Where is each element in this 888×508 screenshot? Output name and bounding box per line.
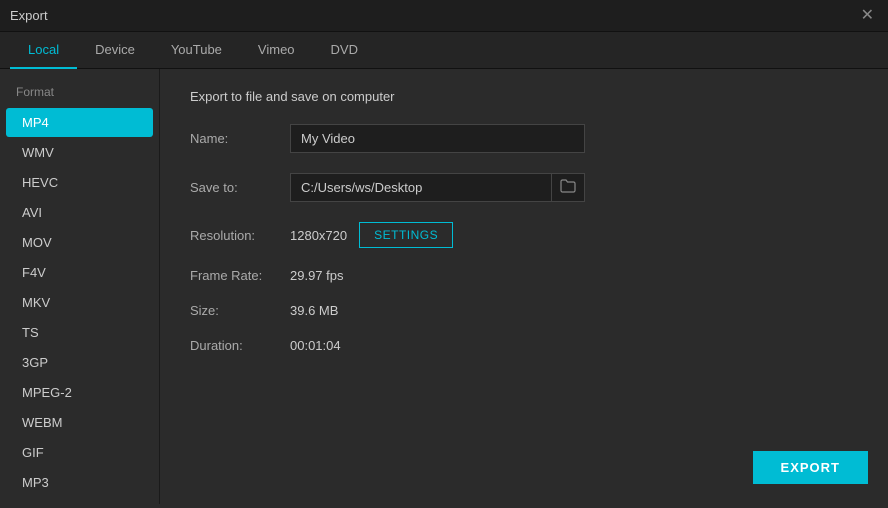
duration-row: Duration: 00:01:04 [190,338,858,353]
format-item-mov[interactable]: MOV [6,228,153,257]
format-item-mp3[interactable]: MP3 [6,468,153,497]
duration-value: 00:01:04 [290,338,341,353]
format-item-webm[interactable]: WEBM [6,408,153,437]
saveto-wrapper: C:/Users/ws/Desktop [290,173,585,202]
content-area: Format MP4 WMV HEVC AVI MOV F4V MKV TS 3… [0,69,888,504]
format-item-ts[interactable]: TS [6,318,153,347]
format-item-wmv[interactable]: WMV [6,138,153,167]
tab-dvd[interactable]: DVD [313,32,376,69]
size-value: 39.6 MB [290,303,338,318]
name-row: Name: [190,124,858,153]
section-title: Export to file and save on computer [190,89,858,104]
format-item-mpeg2[interactable]: MPEG-2 [6,378,153,407]
tab-local[interactable]: Local [10,32,77,69]
format-item-3gp[interactable]: 3GP [6,348,153,377]
size-label: Size: [190,303,290,318]
duration-label: Duration: [190,338,290,353]
resolution-label: Resolution: [190,228,290,243]
framerate-value: 29.97 fps [290,268,344,283]
format-sidebar: Format MP4 WMV HEVC AVI MOV F4V MKV TS 3… [0,69,160,504]
resolution-wrapper: 1280x720 SETTINGS [290,222,453,248]
browse-folder-button[interactable] [551,174,584,201]
size-row: Size: 39.6 MB [190,303,858,318]
framerate-row: Frame Rate: 29.97 fps [190,268,858,283]
format-item-f4v[interactable]: F4V [6,258,153,287]
tab-device[interactable]: Device [77,32,153,69]
framerate-label: Frame Rate: [190,268,290,283]
format-item-mkv[interactable]: MKV [6,288,153,317]
name-label: Name: [190,131,290,146]
dialog-title: Export [10,8,48,23]
format-item-gif[interactable]: GIF [6,438,153,467]
saveto-row: Save to: C:/Users/ws/Desktop [190,173,858,202]
resolution-value: 1280x720 [290,228,347,243]
format-item-avi[interactable]: AVI [6,198,153,227]
export-button[interactable]: EXPORT [753,451,868,484]
format-group-label: Format [0,81,159,107]
close-button[interactable]: ✕ [857,6,878,26]
tab-bar: Local Device YouTube Vimeo DVD [0,32,888,69]
tab-youtube[interactable]: YouTube [153,32,240,69]
format-item-hevc[interactable]: HEVC [6,168,153,197]
saveto-label: Save to: [190,180,290,195]
resolution-row: Resolution: 1280x720 SETTINGS [190,222,858,248]
settings-button[interactable]: SETTINGS [359,222,453,248]
saveto-path: C:/Users/ws/Desktop [291,174,551,201]
name-input[interactable] [290,124,585,153]
format-item-mp4[interactable]: MP4 [6,108,153,137]
title-bar: Export ✕ [0,0,888,32]
main-panel: Export to file and save on computer Name… [160,69,888,504]
tab-vimeo[interactable]: Vimeo [240,32,313,69]
